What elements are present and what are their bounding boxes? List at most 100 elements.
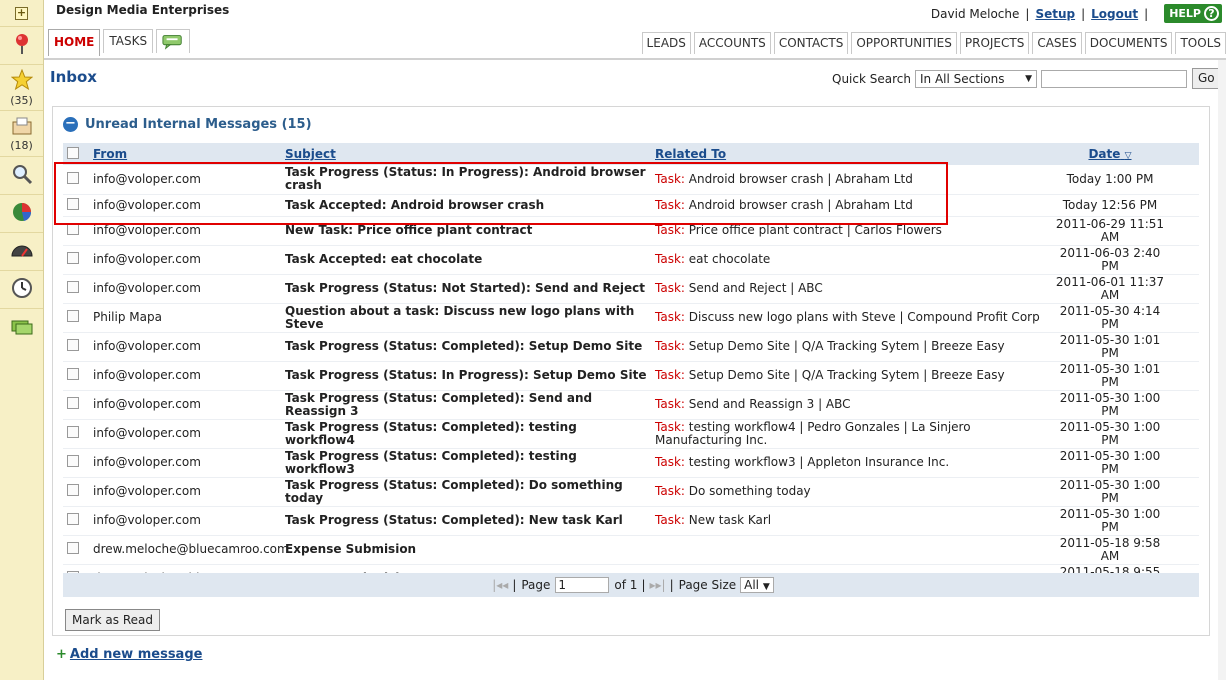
tab-contacts[interactable]: CONTACTS xyxy=(773,32,849,54)
sidebar-item-dashboard[interactable] xyxy=(0,232,43,270)
sidebar-item-pie-chart[interactable] xyxy=(0,194,43,232)
tab-accounts[interactable]: ACCOUNTS xyxy=(693,32,771,54)
row-checkbox[interactable] xyxy=(67,281,79,293)
section-select[interactable]: In All Sections ▼ xyxy=(914,69,1037,88)
message-related[interactable]: Task: Discuss new logo plans with Steve … xyxy=(651,303,1047,333)
table-row[interactable]: drew.meloche@bluecamroo.comExpense Submi… xyxy=(63,535,1199,565)
table-row[interactable]: info@voloper.com Task Progress (Status: C… xyxy=(63,332,1199,362)
row-checkbox[interactable] xyxy=(67,484,79,496)
message-subject[interactable]: Task Progress (Status: In Progress): And… xyxy=(281,165,651,195)
page-number-input[interactable]: 1 xyxy=(555,577,610,593)
logout-link[interactable]: Logout xyxy=(1091,7,1138,21)
tab-home[interactable]: HOME xyxy=(48,29,101,56)
message-subject[interactable]: Task Progress (Status: Not Started): Sen… xyxy=(281,274,651,304)
message-related[interactable]: Task: Android browser crash | Abraham Lt… xyxy=(651,194,1047,217)
help-button[interactable]: HELP ? xyxy=(1164,4,1222,23)
table-row[interactable]: Philip Mapa Question about a task: Discus… xyxy=(63,303,1199,333)
column-subject[interactable]: Subject xyxy=(281,143,651,165)
message-related[interactable]: Task: Price office plant contract | Carl… xyxy=(651,216,1047,246)
table-row[interactable]: info@voloper.com Task Progress (Status: I… xyxy=(63,165,1199,195)
add-new-message[interactable]: + Add new message xyxy=(56,647,202,662)
column-related[interactable]: Related To xyxy=(651,143,1047,165)
row-checkbox[interactable] xyxy=(67,426,79,438)
tab-tools[interactable]: TOOLS xyxy=(1175,32,1226,54)
table-row[interactable]: info@voloper.com Task Progress (Status: C… xyxy=(63,506,1199,536)
row-checkbox[interactable] xyxy=(67,171,79,184)
message-subject[interactable]: Task Progress (Status: Completed): New t… xyxy=(281,506,651,536)
table-row[interactable]: info@voloper.com Task Progress (Status: N… xyxy=(63,274,1199,304)
message-related[interactable]: Task: testing workflow4 | Pedro Gonzales… xyxy=(651,419,1047,449)
select-all-checkbox[interactable] xyxy=(67,146,79,159)
sidebar-item-map-pin[interactable] xyxy=(0,26,43,64)
table-row[interactable]: info@voloper.com Task Progress (Status: I… xyxy=(63,361,1199,391)
chat-bubble-icon xyxy=(162,34,182,50)
column-date[interactable]: Date ▽ xyxy=(1047,143,1173,165)
message-related[interactable]: Task: Send and Reassign 3 | ABC xyxy=(651,390,1047,420)
table-row[interactable]: info@voloper.com Task Progress (Status: C… xyxy=(63,390,1199,420)
page-size-select[interactable]: All ▼ xyxy=(740,577,774,593)
last-page-icon[interactable]: ▸▸| xyxy=(649,578,665,592)
panel-title[interactable]: − Unread Internal Messages (15) xyxy=(63,117,312,132)
row-checkbox[interactable] xyxy=(67,310,79,322)
row-checkbox[interactable] xyxy=(67,252,79,264)
go-button[interactable]: Go xyxy=(1191,68,1221,89)
scrollbar[interactable] xyxy=(1218,60,1226,680)
column-from[interactable]: From xyxy=(89,143,281,165)
message-subject[interactable]: Task Progress (Status: Completed): Setup… xyxy=(281,332,651,362)
table-row[interactable]: info@voloper.com Task Accepted: eat choco… xyxy=(63,245,1199,275)
tab-tasks[interactable]: TASKS xyxy=(103,29,154,53)
first-page-icon[interactable]: |◂◂ xyxy=(492,578,508,592)
message-subject[interactable]: Task Accepted: Android browser crash xyxy=(281,194,651,217)
sidebar-item-mailbox[interactable]: (18) xyxy=(0,110,43,156)
row-checkbox[interactable] xyxy=(67,339,79,351)
message-related[interactable]: Task: Android browser crash | Abraham Lt… xyxy=(651,165,1047,195)
row-checkbox[interactable] xyxy=(67,197,79,210)
sidebar-item-money[interactable] xyxy=(0,308,43,346)
message-subject[interactable]: Task Progress (Status: Completed): Do so… xyxy=(281,477,651,507)
tab-messages[interactable] xyxy=(156,29,191,53)
table-row[interactable]: info@voloper.com New Task: Price office p… xyxy=(63,216,1199,246)
row-checkbox[interactable] xyxy=(67,397,79,409)
row-checkbox[interactable] xyxy=(67,542,79,554)
message-subject[interactable]: Task Progress (Status: Completed): Send … xyxy=(281,390,651,420)
quick-search-input[interactable] xyxy=(1040,69,1187,88)
row-checkbox[interactable] xyxy=(67,223,79,235)
table-row[interactable]: info@voloper.com Task Progress (Status: C… xyxy=(63,477,1199,507)
message-subject[interactable]: Expense Submision xyxy=(281,535,651,565)
row-checkbox[interactable] xyxy=(67,455,79,467)
message-subject[interactable]: Task Accepted: eat chocolate xyxy=(281,245,651,275)
message-subject[interactable]: Task Progress (Status: Completed): testi… xyxy=(281,448,651,478)
tab-opportunities[interactable]: OPPORTUNITIES xyxy=(851,32,957,54)
row-checkbox[interactable] xyxy=(67,368,79,380)
message-related[interactable]: Task: Do something today xyxy=(651,477,1047,507)
message-subject[interactable]: Task Progress (Status: In Progress): Set… xyxy=(281,361,651,391)
message-subject[interactable]: Question about a task: Discuss new logo … xyxy=(281,303,651,333)
table-row[interactable]: info@voloper.com Task Progress (Status: C… xyxy=(63,419,1199,449)
tab-documents[interactable]: DOCUMENTS xyxy=(1084,32,1173,54)
message-related[interactable]: Task: Setup Demo Site | Q/A Tracking Syt… xyxy=(651,361,1047,391)
sidebar-item-clock[interactable] xyxy=(0,270,43,308)
add-new-message-link[interactable]: Add new message xyxy=(70,647,203,662)
message-related[interactable] xyxy=(651,535,1047,565)
expand-plus-icon[interactable]: + xyxy=(15,6,28,20)
sidebar-item-star[interactable]: (35) xyxy=(0,64,43,110)
message-related[interactable]: Task: testing workflow3 | Appleton Insur… xyxy=(651,448,1047,478)
message-from: Philip Mapa xyxy=(89,303,281,333)
tab-leads[interactable]: LEADS xyxy=(641,32,691,54)
message-related[interactable]: Task: Send and Reject | ABC xyxy=(651,274,1047,304)
message-related[interactable]: Task: New task Karl xyxy=(651,506,1047,536)
tab-cases[interactable]: CASES xyxy=(1032,32,1082,54)
setup-link[interactable]: Setup xyxy=(1035,7,1075,21)
sidebar-item-search[interactable] xyxy=(0,156,43,194)
message-subject[interactable]: Task Progress (Status: Completed): testi… xyxy=(281,419,651,449)
row-checkbox[interactable] xyxy=(67,513,79,525)
message-subject[interactable]: New Task: Price office plant contract xyxy=(281,216,651,246)
message-related[interactable]: Task: Setup Demo Site | Q/A Tracking Syt… xyxy=(651,332,1047,362)
mark-as-read-button[interactable]: Mark as Read xyxy=(65,609,160,631)
collapse-minus-icon[interactable]: − xyxy=(63,117,78,132)
table-row[interactable]: info@voloper.com Task Progress (Status: C… xyxy=(63,448,1199,478)
header: Design Media Enterprises David Meloche |… xyxy=(44,0,1226,60)
tab-projects[interactable]: PROJECTS xyxy=(959,32,1030,54)
message-related[interactable]: Task: eat chocolate xyxy=(651,245,1047,275)
table-row[interactable]: info@voloper.com Task Accepted: Android b… xyxy=(63,194,1199,217)
